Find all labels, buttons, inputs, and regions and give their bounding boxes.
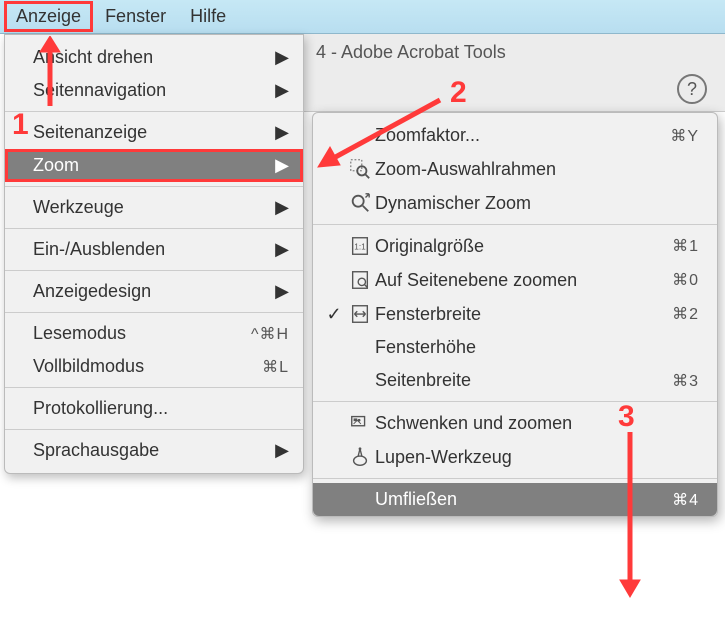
menu-fenster[interactable]: Fenster <box>93 1 178 32</box>
annotation-arrow-2 <box>310 90 460 180</box>
menu-item-sprachausgabe[interactable]: Sprachausgabe ▶ <box>5 434 303 467</box>
menu-label: Ein-/Ausblenden <box>33 239 275 260</box>
shortcut: ⌘1 <box>672 236 699 256</box>
separator <box>5 387 303 388</box>
menu-label: Sprachausgabe <box>33 440 275 461</box>
fit-page-icon <box>345 269 375 291</box>
menu-label: Protokollierung... <box>33 398 289 419</box>
menu-item-anzeigedesign[interactable]: Anzeigedesign ▶ <box>5 275 303 308</box>
separator <box>5 186 303 187</box>
separator <box>313 478 717 479</box>
separator <box>5 270 303 271</box>
submenu-item-schwenken[interactable]: Schwenken und zoomen <box>313 406 717 440</box>
submenu-item-fensterbreite[interactable]: ✓ Fensterbreite ⌘2 <box>313 297 717 331</box>
help-icon[interactable]: ? <box>677 74 707 104</box>
loupe-icon <box>345 446 375 468</box>
menu-label: Vollbildmodus <box>33 356 262 377</box>
shortcut: ⌘4 <box>672 490 699 510</box>
window-title: 4 - Adobe Acrobat Tools <box>304 34 725 71</box>
menu-item-lesemodus[interactable]: Lesemodus ^⌘H <box>5 317 303 350</box>
submenu-arrow-icon: ▶ <box>275 155 289 176</box>
submenu-arrow-icon: ▶ <box>275 197 289 218</box>
shortcut: ^⌘H <box>251 324 289 344</box>
menu-label: Seitenanzeige <box>33 122 275 143</box>
submenu-item-umfliessen[interactable]: Umfließen ⌘4 <box>313 483 717 516</box>
submenu-arrow-icon: ▶ <box>275 239 289 260</box>
actual-size-icon: 1:1 <box>345 235 375 257</box>
menu-item-vollbildmodus[interactable]: Vollbildmodus ⌘L <box>5 350 303 383</box>
menu-anzeige[interactable]: Anzeige <box>4 1 93 32</box>
shortcut: ⌘Y <box>670 126 699 146</box>
submenu-label: Schwenken und zoomen <box>375 413 699 434</box>
submenu-label: Originalgröße <box>375 236 672 257</box>
submenu-label: Seitenbreite <box>375 370 672 391</box>
submenu-item-lupen[interactable]: Lupen-Werkzeug <box>313 440 717 474</box>
shortcut: ⌘L <box>262 357 289 377</box>
separator <box>5 228 303 229</box>
submenu-arrow-icon: ▶ <box>275 80 289 101</box>
menu-item-werkzeuge[interactable]: Werkzeuge ▶ <box>5 191 303 224</box>
submenu-arrow-icon: ▶ <box>275 122 289 143</box>
submenu-label: Auf Seitenebene zoomen <box>375 270 672 291</box>
submenu-item-fensterhoehe[interactable]: Fensterhöhe <box>313 331 717 364</box>
submenu-arrow-icon: ▶ <box>275 281 289 302</box>
submenu-label: Fensterbreite <box>375 304 672 325</box>
submenu-arrow-icon: ▶ <box>275 440 289 461</box>
separator <box>313 401 717 402</box>
menu-hilfe[interactable]: Hilfe <box>178 1 238 32</box>
svg-text:1:1: 1:1 <box>354 243 366 252</box>
menu-item-seitenanzeige[interactable]: Seitenanzeige ▶ <box>5 116 303 149</box>
submenu-label: Lupen-Werkzeug <box>375 447 699 468</box>
submenu-item-dynamischer-zoom[interactable]: Dynamischer Zoom <box>313 186 717 220</box>
shortcut: ⌘0 <box>672 270 699 290</box>
menubar: Anzeige Fenster Hilfe <box>0 0 725 34</box>
annotation-arrow-3 <box>610 432 650 602</box>
menu-item-protokollierung[interactable]: Protokollierung... <box>5 392 303 425</box>
annotation-arrow-1 <box>30 36 70 116</box>
annotation-number-1: 1 <box>12 108 29 142</box>
check-icon: ✓ <box>323 304 345 325</box>
menu-label: Anzeigedesign <box>33 281 275 302</box>
submenu-label: Dynamischer Zoom <box>375 193 699 214</box>
pan-zoom-icon <box>345 412 375 434</box>
menu-label: Lesemodus <box>33 323 251 344</box>
submenu-item-auf-seitenebene[interactable]: Auf Seitenebene zoomen ⌘0 <box>313 263 717 297</box>
annotation-number-2: 2 <box>450 76 467 110</box>
separator <box>5 312 303 313</box>
separator <box>5 429 303 430</box>
dynamic-zoom-icon <box>345 192 375 214</box>
menu-item-ein-ausblenden[interactable]: Ein-/Ausblenden ▶ <box>5 233 303 266</box>
shortcut: ⌘3 <box>672 371 699 391</box>
menu-label: Werkzeuge <box>33 197 275 218</box>
shortcut: ⌘2 <box>672 304 699 324</box>
annotation-number-3: 3 <box>618 400 635 434</box>
menu-label: Zoom <box>33 155 275 176</box>
submenu-item-originalgroesse[interactable]: 1:1 Originalgröße ⌘1 <box>313 229 717 263</box>
submenu-item-seitenbreite[interactable]: Seitenbreite ⌘3 <box>313 364 717 397</box>
separator <box>313 224 717 225</box>
fit-width-icon <box>345 303 375 325</box>
submenu-label: Fensterhöhe <box>375 337 699 358</box>
menu-item-zoom[interactable]: Zoom ▶ <box>5 149 303 182</box>
submenu-arrow-icon: ▶ <box>275 47 289 68</box>
